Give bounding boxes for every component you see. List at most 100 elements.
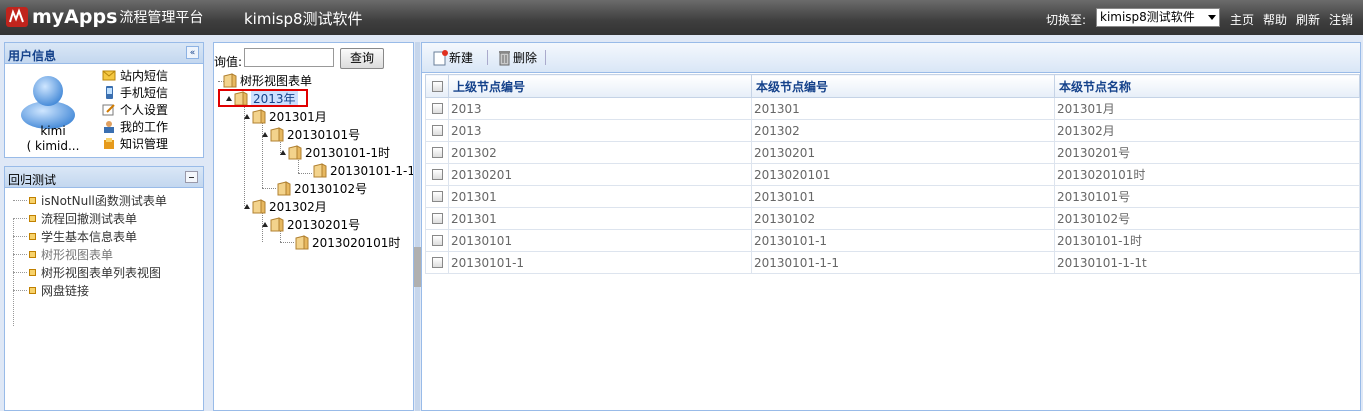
cell-node-name: 201301月 (1054, 97, 1360, 120)
tree-node-201301[interactable]: 201301月 (244, 108, 327, 125)
tree-node-root[interactable]: 树形视图表单 (223, 72, 312, 89)
row-checkbox[interactable] (431, 103, 443, 114)
tree-node-20130101[interactable]: 20130101号 (262, 126, 360, 143)
refresh-link[interactable]: 刷新 (1296, 11, 1320, 28)
row-select-cell (425, 229, 449, 252)
switch-label: 切换至: (1046, 13, 1087, 27)
folder-icon (252, 109, 266, 124)
user-menu-label: 我的工作 (120, 120, 169, 134)
chevron-down-icon (1208, 15, 1216, 20)
panel-splitter[interactable] (414, 42, 421, 411)
folder-icon (277, 181, 291, 196)
tree-node-20130101-1[interactable]: 20130101-1时 (280, 144, 390, 161)
table-row[interactable]: 201302 20130201 20130201号 (425, 141, 1360, 164)
expanded-triangle-icon[interactable] (244, 204, 250, 209)
tree-node-label: 20130101-1时 (305, 146, 391, 160)
table-header-row: 上级节点编号 本级节点编号 本级节点名称 (425, 74, 1360, 98)
delete-button-label: 删除 (513, 51, 538, 65)
bullet-icon (29, 250, 36, 258)
select-all-checkbox[interactable] (431, 80, 443, 92)
table-row[interactable]: 20130101 20130101-1 20130101-1时 (425, 229, 1360, 252)
row-select-cell (425, 207, 449, 230)
tree-node-20130102[interactable]: 20130102号 (277, 180, 367, 197)
column-header-parent-code[interactable]: 上级节点编号 (448, 74, 752, 98)
nav-item-flow-rollback-form[interactable]: 流程回撤测试表单 (13, 209, 167, 227)
grid-toolbar: 新建 删除 (422, 43, 1360, 73)
tree-node-label: 201301月 (269, 110, 327, 124)
table-row[interactable]: 2013 201302 201302月 (425, 119, 1360, 142)
nav-item-label: isNotNull函数测试表单 (41, 193, 167, 208)
cell-node-code: 20130101-1-1 (751, 251, 1055, 274)
row-checkbox[interactable] (431, 257, 443, 268)
nav-item-isnotnull-form[interactable]: isNotNull函数测试表单 (13, 191, 167, 209)
cell-node-code: 201302 (751, 119, 1055, 142)
expanded-triangle-icon[interactable] (262, 132, 268, 137)
nav-item-tree-view-form[interactable]: 树形视图表单 (13, 245, 167, 263)
tree-node-label: 20130201号 (287, 218, 361, 232)
splitter-grip[interactable] (414, 247, 421, 287)
user-id: ( kimid... (26, 139, 80, 153)
user-name: kimi (40, 124, 66, 138)
cell-parent-code: 201301 (448, 207, 752, 230)
new-button-label: 新建 (449, 51, 474, 65)
new-button[interactable]: 新建 (433, 49, 473, 66)
column-header-node-name[interactable]: 本级节点名称 (1054, 74, 1360, 98)
user-menu-internal-message[interactable]: 站内短信 (102, 67, 168, 84)
row-checkbox[interactable] (431, 125, 443, 136)
table-row[interactable]: 20130201 2013020101 2013020101时 (425, 163, 1360, 186)
search-input[interactable] (244, 48, 334, 67)
user-menu-sms[interactable]: 手机短信 (102, 84, 168, 101)
user-menu-knowledge[interactable]: 知识管理 (102, 135, 168, 152)
tree-node-201302[interactable]: 201302月 (244, 198, 327, 215)
user-menu-label: 个人设置 (120, 103, 169, 117)
table-row[interactable]: 201301 20130102 20130102号 (425, 207, 1360, 230)
row-checkbox[interactable] (431, 213, 443, 224)
user-menu-my-work[interactable]: 我的工作 (102, 118, 168, 135)
cell-parent-code: 201302 (448, 141, 752, 164)
delete-button[interactable]: 删除 (497, 49, 537, 66)
search-button[interactable]: 查询 (340, 48, 384, 69)
switch-select-value: kimisp8测试软件 (1100, 10, 1195, 24)
folder-icon (313, 163, 327, 178)
tree-node-20130201[interactable]: 20130201号 (262, 216, 360, 233)
expanded-triangle-icon[interactable] (262, 222, 268, 227)
table-row[interactable]: 20130101-1 20130101-1-1 20130101-1-1t (425, 251, 1360, 274)
user-menu-settings[interactable]: 个人设置 (102, 101, 168, 118)
expanded-triangle-icon[interactable] (244, 114, 250, 119)
top-bar: myApps 流程管理平台 kimisp8测试软件 切换至: kimisp8测试… (0, 0, 1363, 35)
collapse-module-button[interactable] (185, 171, 198, 183)
nav-item-label: 网盘链接 (41, 283, 90, 298)
row-checkbox[interactable] (431, 169, 443, 180)
cell-node-name: 20130102号 (1054, 207, 1360, 230)
tree-node-label: 20130101号 (287, 128, 361, 142)
collapse-left-button[interactable]: « (186, 46, 199, 59)
table-row[interactable]: 201301 20130101 20130101号 (425, 185, 1360, 208)
row-checkbox[interactable] (431, 147, 443, 158)
bullet-icon (29, 232, 36, 240)
table-row[interactable]: 2013 201301 201301月 (425, 97, 1360, 120)
tree-node-20130101-1-1[interactable]: 20130101-1-1t (313, 162, 413, 179)
nav-item-student-info-form[interactable]: 学生基本信息表单 (13, 227, 167, 245)
column-header-node-code[interactable]: 本级节点编号 (751, 74, 1055, 98)
cell-node-code: 20130101 (751, 185, 1055, 208)
nav-item-tree-view-list[interactable]: 树形视图表单列表视图 (13, 263, 167, 281)
nav-item-label: 学生基本信息表单 (41, 229, 138, 244)
home-link[interactable]: 主页 (1230, 11, 1254, 28)
expanded-triangle-icon[interactable] (280, 150, 286, 155)
tree-node-2013020101[interactable]: 2013020101时 (295, 234, 400, 251)
toolbar-divider (487, 50, 488, 65)
user-menu-label: 知识管理 (120, 137, 169, 151)
row-checkbox[interactable] (431, 235, 443, 246)
logout-link[interactable]: 注销 (1329, 11, 1353, 28)
nav-item-label: 流程回撤测试表单 (41, 211, 138, 226)
user-info-panel: 用户信息 « kimi ( kimid... 站内短信 手机短信 个人设置 我的… (4, 42, 204, 158)
row-select-cell (425, 185, 449, 208)
knowledge-icon (104, 138, 114, 149)
help-link[interactable]: 帮助 (1263, 11, 1287, 28)
folder-icon (270, 217, 284, 232)
module-nav-list: isNotNull函数测试表单 流程回撤测试表单 学生基本信息表单 树形视图表单… (13, 191, 167, 326)
data-table: 上级节点编号 本级节点编号 本级节点名称 2013 201301 201301月 2… (425, 74, 1360, 274)
row-checkbox[interactable] (431, 191, 443, 202)
nav-item-netdisk-link[interactable]: 网盘链接 (13, 281, 167, 299)
application-switch-select[interactable]: kimisp8测试软件 (1096, 8, 1220, 27)
